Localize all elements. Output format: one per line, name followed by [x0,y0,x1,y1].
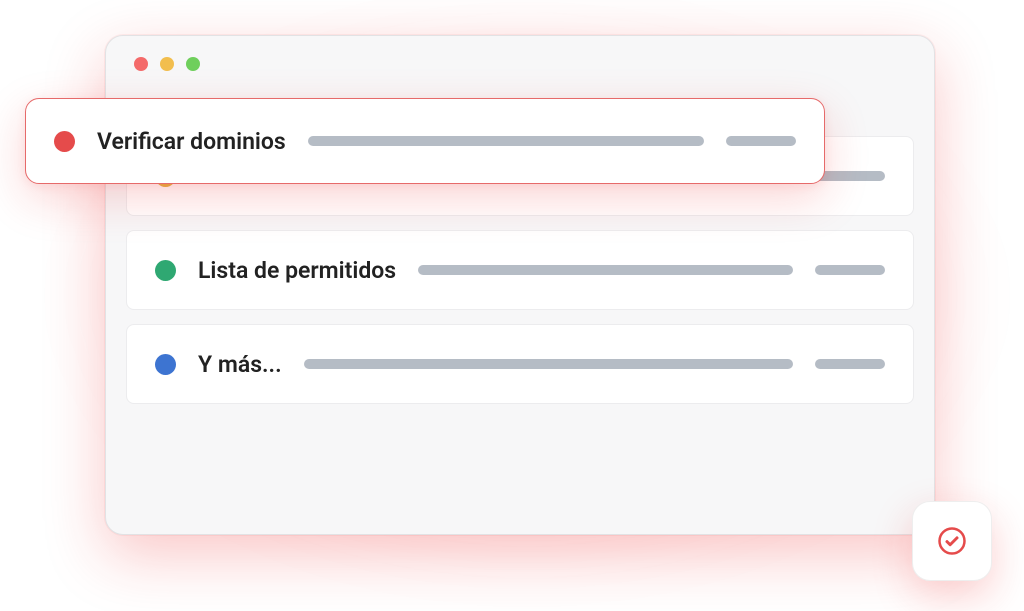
traffic-light-close-icon[interactable] [134,57,148,71]
check-circle-icon [937,526,967,556]
placeholder-bar-icon [308,136,704,146]
item-label: Verificar dominios [97,128,286,155]
list-item[interactable]: Lista de permitidos [126,230,914,310]
traffic-light-zoom-icon[interactable] [186,57,200,71]
traffic-light-minimize-icon[interactable] [160,57,174,71]
placeholder-bar-icon [304,359,793,369]
item-label: Lista de permitidos [198,257,396,284]
placeholder-bar-icon [815,359,885,369]
highlighted-item-card[interactable]: Verificar dominios [25,98,825,184]
placeholder-bar-icon [726,136,796,146]
status-dot-icon [54,131,75,152]
status-dot-icon [155,260,176,281]
placeholder-bar-icon [815,265,885,275]
status-dot-icon [155,354,176,375]
window-titlebar [106,36,934,92]
placeholder-bar-icon [418,265,793,275]
item-label: Y más... [198,351,282,378]
placeholder-bar-icon [815,171,885,181]
status-badge[interactable] [912,501,992,581]
list-item[interactable]: Y más... [126,324,914,404]
